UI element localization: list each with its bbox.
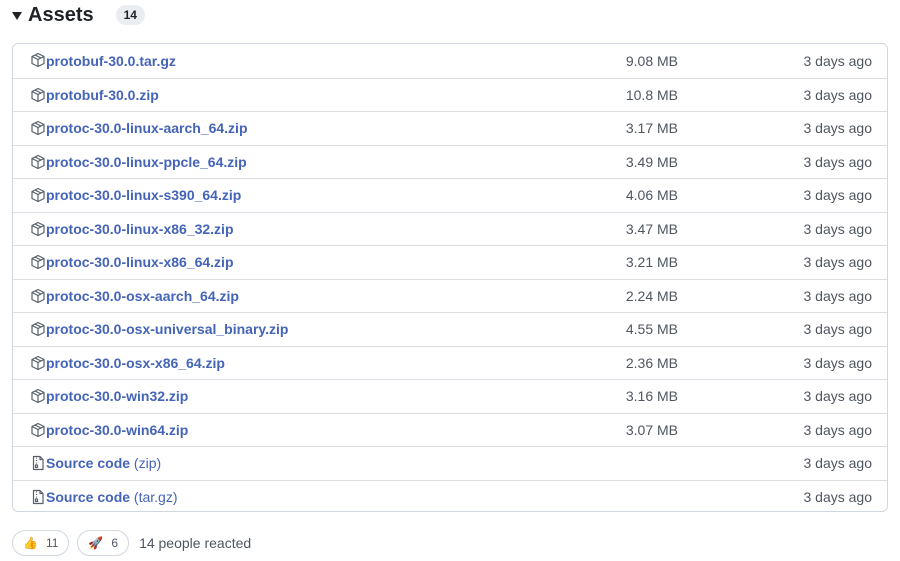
asset-date: 3 days ago <box>803 455 873 472</box>
asset-row: protoc-30.0-win32.zip 3.16 MB 3 days ago <box>13 379 887 413</box>
asset-size: 3.47 MB <box>625 220 678 237</box>
asset-size: 3.07 MB <box>625 421 678 438</box>
package-icon <box>30 321 46 337</box>
package-icon <box>30 52 46 68</box>
asset-date: 3 days ago <box>803 354 873 371</box>
package-icon <box>30 254 46 270</box>
asset-size: 10.8 MB <box>625 86 678 103</box>
asset-link[interactable]: protoc-30.0-linux-x86_64.zip <box>46 254 234 270</box>
package-icon <box>30 154 46 170</box>
thumbs-up-icon: 👍 <box>23 536 38 550</box>
asset-name: protobuf-30.0.zip <box>46 86 159 103</box>
asset-link[interactable]: protoc-30.0-win64.zip <box>46 422 188 438</box>
asset-name: Source code <box>46 455 131 472</box>
asset-link[interactable]: Source code (tar.gz) <box>46 489 178 505</box>
asset-size: 3.21 MB <box>625 254 678 271</box>
asset-link[interactable]: protobuf-30.0.zip <box>46 87 159 103</box>
file-zip-icon <box>30 455 46 471</box>
asset-date: 3 days ago <box>803 86 873 103</box>
asset-name: protoc-30.0-linux-ppcle_64.zip <box>46 153 247 170</box>
asset-row: protoc-30.0-linux-x86_32.zip 3.47 MB 3 day… <box>13 211 887 246</box>
reactions-bar: 👍 11 🚀 6 14 people reacted <box>12 530 251 556</box>
asset-row: protoc-30.0-linux-s390_64.zip 4.06 MB 3 da… <box>13 178 887 212</box>
asset-date: 3 days ago <box>803 421 873 438</box>
asset-row: protobuf-30.0.tar.gz 9.08 MB 3 days ago <box>13 44 887 78</box>
asset-row: protoc-30.0-linux-x86_64.zip 3.21 MB 3 day… <box>13 245 887 279</box>
asset-name: protoc-30.0-osx-x86_64.zip <box>46 354 225 371</box>
assets-title: Assets <box>28 3 94 26</box>
asset-link[interactable]: protoc-30.0-osx-aarch_64.zip <box>46 288 239 304</box>
asset-row: protoc-30.0-osx-universal_binary.zip 4.55… <box>13 312 887 346</box>
reaction-list: 👍 11 🚀 6 <box>12 530 137 556</box>
caret-down-icon[interactable] <box>12 12 22 20</box>
package-icon <box>30 388 46 404</box>
asset-row: Source code (zip) 3 days ago <box>13 446 887 480</box>
asset-date: 3 days ago <box>803 153 873 170</box>
assets-count-badge: 14 <box>115 5 145 25</box>
asset-row: protoc-30.0-osx-x86_64.zip 2.36 MB 3 days … <box>13 345 887 380</box>
asset-link[interactable]: protoc-30.0-linux-aarch_64.zip <box>46 120 248 136</box>
package-icon <box>30 120 46 136</box>
package-icon <box>30 288 46 304</box>
asset-link[interactable]: protoc-30.0-osx-x86_64.zip <box>46 355 225 371</box>
asset-name: protoc-30.0-win64.zip <box>46 421 189 438</box>
asset-link[interactable]: protoc-30.0-linux-s390_64.zip <box>46 187 241 203</box>
asset-size: 3.17 MB <box>625 120 678 137</box>
asset-date: 3 days ago <box>803 488 873 505</box>
asset-row: protoc-30.0-win64.zip 3.07 MB 3 days ago <box>13 412 887 447</box>
reaction-button[interactable]: 🚀 6 <box>77 530 130 556</box>
asset-size: 3.49 MB <box>625 153 678 170</box>
reactions-summary: 14 people reacted <box>139 535 252 551</box>
reaction-count: 6 <box>111 536 119 550</box>
package-icon <box>30 87 46 103</box>
package-icon <box>30 422 46 438</box>
assets-list: protobuf-30.0.tar.gz 9.08 MB 3 days ago pro… <box>12 43 888 512</box>
asset-row: protobuf-30.0.zip 10.8 MB 3 days ago <box>13 77 887 112</box>
asset-link[interactable]: protoc-30.0-linux-ppcle_64.zip <box>46 154 247 170</box>
asset-name: protoc-30.0-linux-aarch_64.zip <box>46 120 248 137</box>
asset-row: protoc-30.0-osx-aarch_64.zip 2.24 MB 3 day… <box>13 278 887 313</box>
asset-name: protoc-30.0-osx-aarch_64.zip <box>46 287 239 304</box>
rocket-icon: 🚀 <box>88 536 104 550</box>
reaction-button[interactable]: 👍 11 <box>12 530 70 556</box>
asset-row: protoc-30.0-linux-aarch_64.zip 3.17 MB 3 d… <box>13 111 887 145</box>
asset-row: Source code (tar.gz) 3 days ago <box>13 479 887 512</box>
asset-name: protoc-30.0-win32.zip <box>46 388 189 405</box>
asset-date: 3 days ago <box>803 52 873 69</box>
asset-link[interactable]: Source code (zip) <box>46 455 161 471</box>
reaction-count: 11 <box>45 536 59 550</box>
asset-name: protobuf-30.0.tar.gz <box>46 52 176 69</box>
asset-name: Source code <box>46 488 131 505</box>
asset-format: (tar.gz) <box>130 488 178 505</box>
asset-date: 3 days ago <box>803 187 873 204</box>
asset-name: protoc-30.0-linux-x86_32.zip <box>46 220 234 237</box>
asset-size: 4.06 MB <box>625 187 678 204</box>
asset-size: 2.24 MB <box>625 287 678 304</box>
asset-link[interactable]: protoc-30.0-osx-universal_binary.zip <box>46 321 288 337</box>
asset-name: protoc-30.0-osx-universal_binary.zip <box>46 321 289 338</box>
asset-date: 3 days ago <box>803 120 873 137</box>
asset-name: protoc-30.0-linux-x86_64.zip <box>46 254 234 271</box>
asset-date: 3 days ago <box>803 321 873 338</box>
asset-size: 4.55 MB <box>625 321 678 338</box>
asset-size: 9.08 MB <box>625 52 678 69</box>
file-zip-icon <box>30 489 46 505</box>
asset-format: (zip) <box>130 455 162 472</box>
asset-date: 3 days ago <box>803 287 873 304</box>
asset-date: 3 days ago <box>803 388 873 405</box>
package-icon <box>30 355 46 371</box>
package-icon <box>30 187 46 203</box>
asset-link[interactable]: protoc-30.0-win32.zip <box>46 388 188 404</box>
asset-date: 3 days ago <box>803 220 873 237</box>
asset-date: 3 days ago <box>803 254 873 271</box>
asset-size: 3.16 MB <box>625 388 678 405</box>
asset-name: protoc-30.0-linux-s390_64.zip <box>46 187 242 204</box>
asset-link[interactable]: protobuf-30.0.tar.gz <box>46 53 176 69</box>
assets-header[interactable]: Assets 14 <box>12 0 145 30</box>
asset-size: 2.36 MB <box>625 354 678 371</box>
asset-link[interactable]: protoc-30.0-linux-x86_32.zip <box>46 221 234 237</box>
package-icon <box>30 221 46 237</box>
asset-row: protoc-30.0-linux-ppcle_64.zip 3.49 MB 3 d… <box>13 144 887 179</box>
